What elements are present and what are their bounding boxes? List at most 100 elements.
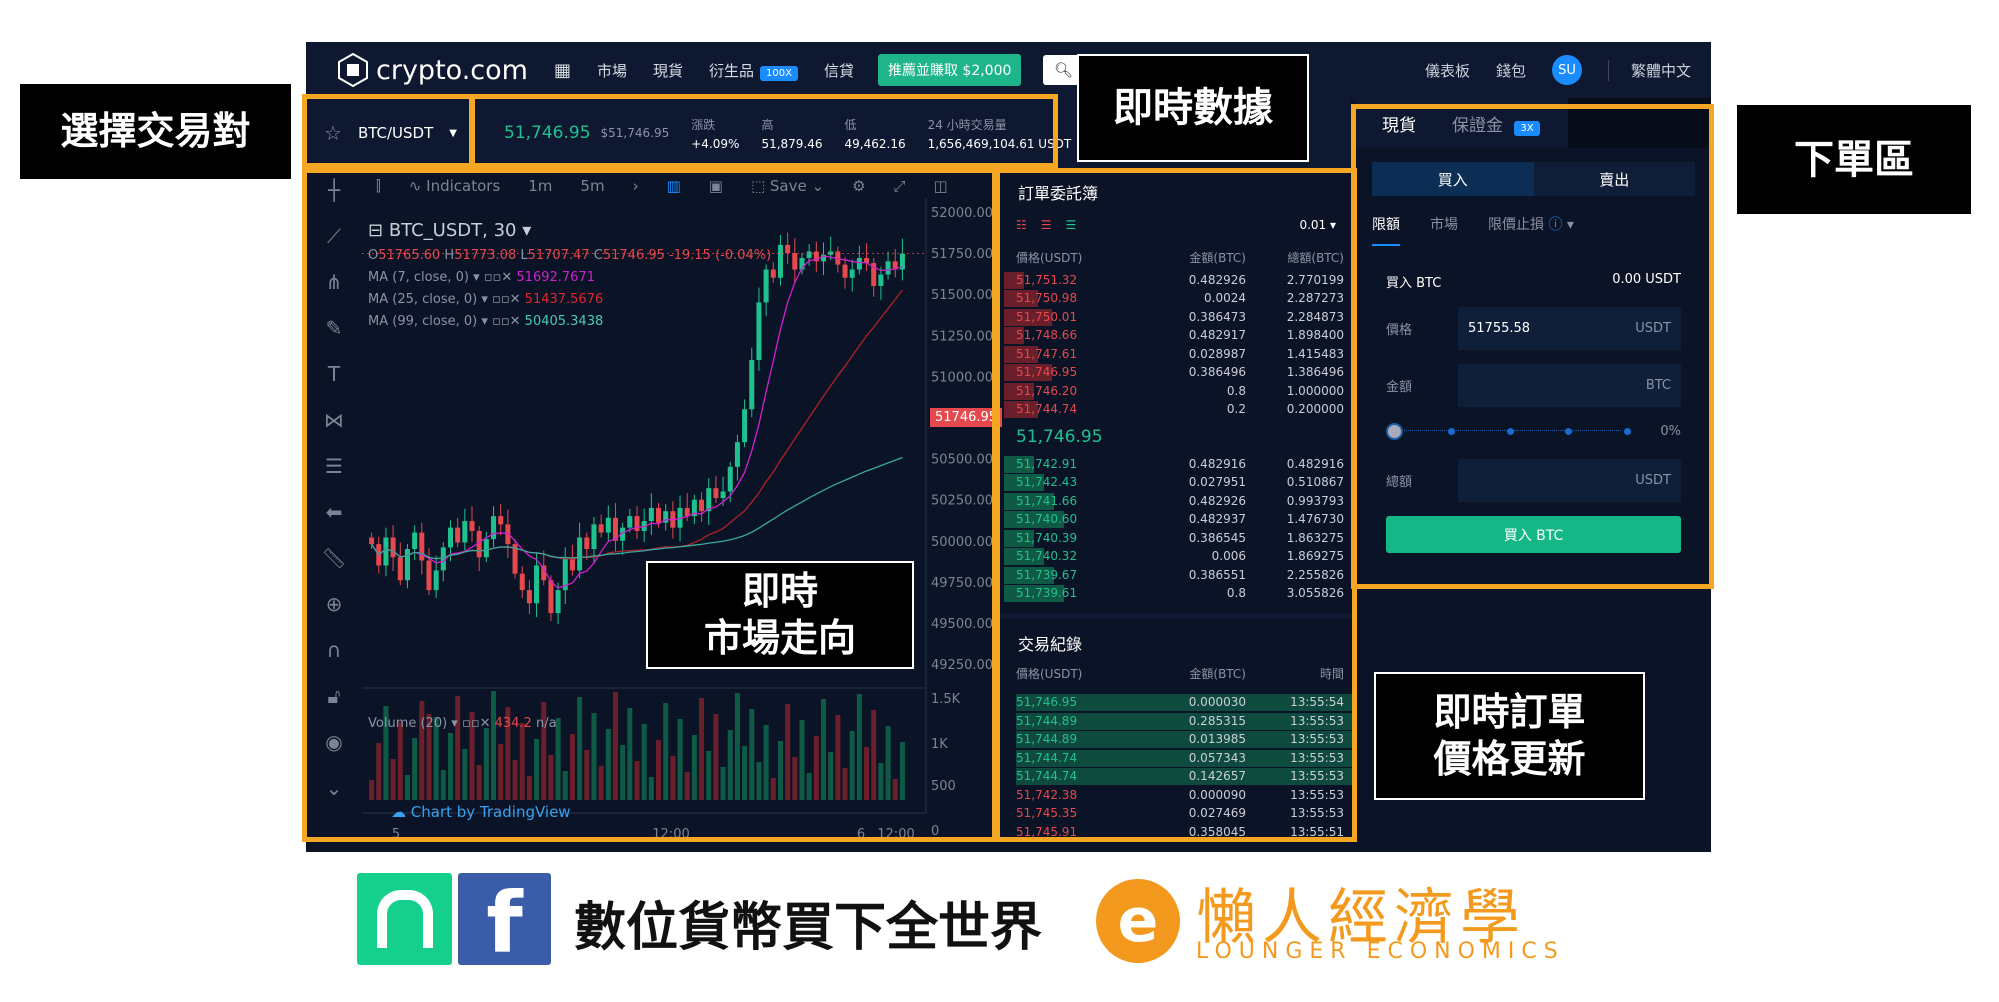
- trade-row[interactable]: 51,744.74 0.057343 13:55:53: [1000, 749, 1352, 768]
- stop-limit-label: 限價止損: [1488, 217, 1544, 233]
- price-input[interactable]: 51755.58 USDT: [1458, 307, 1681, 350]
- nav-wallet[interactable]: 錢包: [1496, 60, 1526, 81]
- buy-btc-label: 買入 BTC: [1386, 276, 1442, 291]
- ask-row[interactable]: 51,746.20 0.8 1.000000: [1000, 382, 1352, 401]
- price: 51,750.98: [1016, 291, 1078, 306]
- trade-row[interactable]: 51,746.95 0.000030 13:55:54: [1000, 693, 1352, 712]
- amount: 0.8: [1226, 383, 1246, 398]
- col-price: 價格(USDT): [1016, 250, 1083, 265]
- volume-bar: [591, 713, 597, 800]
- ask-row[interactable]: 51,750.01 0.386473 2.284873: [1000, 308, 1352, 327]
- bid-row[interactable]: 51,742.91 0.482916 0.482916: [1000, 455, 1352, 474]
- candle-body: [742, 409, 748, 443]
- referral-button[interactable]: 推薦並賺取 $2,000: [877, 54, 1022, 86]
- trade-row[interactable]: 51,745.35 0.027469 13:55:53: [1000, 804, 1352, 823]
- price-tick: 51000.00: [931, 370, 993, 385]
- precision-select[interactable]: 0.01 ▾: [1299, 218, 1336, 232]
- time-tick: 12:00: [652, 827, 689, 842]
- ma99-legend[interactable]: MA (99, close, 0) ▾ ▫▫✕ 50405.3438: [368, 314, 771, 329]
- buy-btc-button[interactable]: 買入 BTC: [1386, 516, 1681, 553]
- volume-bar: [634, 761, 640, 800]
- total-field: 總額 USDT: [1386, 459, 1681, 502]
- brand-logo[interactable]: crypto.com: [338, 53, 528, 87]
- type-market[interactable]: 市場: [1430, 214, 1458, 246]
- buy-tab[interactable]: 買入: [1372, 162, 1534, 196]
- price: 51,744.89: [1016, 713, 1078, 728]
- avatar[interactable]: SU: [1551, 55, 1582, 85]
- total-unit: USDT: [1635, 473, 1671, 488]
- nav-credit[interactable]: 信貸: [824, 60, 854, 81]
- trade-row[interactable]: 51,744.89 0.285315 13:55:53: [1000, 712, 1352, 731]
- view-asks-icon[interactable]: ☰: [1041, 218, 1052, 232]
- ma7-legend[interactable]: MA (7, close, 0) ▾ ▫▫✕ 51692.7671: [368, 270, 771, 285]
- bid-row[interactable]: 51,740.39 0.386545 1.863275: [1000, 529, 1352, 548]
- chart-symbol[interactable]: ⊟ BTC_USDT, 30 ▾: [368, 220, 771, 241]
- amount: 0.482916: [1188, 456, 1246, 471]
- amount-input[interactable]: BTC: [1458, 364, 1681, 407]
- volume-bar: [813, 736, 819, 800]
- price-chart[interactable]: ┼ ⟋ ⋔ ✎ T ⋈ ☰ ⬅ 📏︎ ⊕ ∩ 🔓︎ ◉ ⌄ ⫿ ∿ Indicators 1m 5m › …: [306, 168, 1003, 852]
- candle-body: [519, 573, 525, 591]
- apps-grid-icon[interactable]: ▦: [554, 60, 571, 81]
- volume-bar: [835, 715, 841, 800]
- nav-markets[interactable]: 市場: [597, 60, 627, 81]
- volume-legend[interactable]: Volume (20) ▾ ▫▫✕ 434.2 n/a: [368, 716, 557, 731]
- slider-dot[interactable]: [1507, 427, 1514, 435]
- candle-body: [369, 537, 375, 545]
- nav-dashboard[interactable]: 儀表板: [1425, 60, 1470, 81]
- type-stop-limit[interactable]: 限價止損 ⓘ ▾: [1488, 214, 1574, 246]
- bid-row[interactable]: 51,740.60 0.482937 1.476730: [1000, 510, 1352, 529]
- price-tick: 51750.00: [931, 247, 993, 262]
- ask-row[interactable]: 51,746.95 0.386496 1.386496: [1000, 363, 1352, 382]
- low-value: 51707.47: [527, 248, 590, 263]
- bid-row[interactable]: 51,741.66 0.482926 0.993793: [1000, 492, 1352, 511]
- percent-slider[interactable]: 0%: [1386, 421, 1681, 441]
- type-limit[interactable]: 限額: [1372, 214, 1400, 246]
- view-both-icon[interactable]: ☷: [1016, 218, 1027, 232]
- nav-spot[interactable]: 現貨: [653, 60, 683, 81]
- ask-row[interactable]: 51,747.61 0.028987 1.415483: [1000, 345, 1352, 364]
- amount: 0.482917: [1188, 328, 1246, 343]
- slider-dot[interactable]: [1448, 427, 1455, 435]
- watermark-text: Chart by TradingView: [410, 803, 571, 821]
- volume-bar: [785, 704, 791, 800]
- ask-row[interactable]: 51,744.74 0.2 0.200000: [1000, 400, 1352, 419]
- tab-margin[interactable]: 保證金 3X: [1434, 111, 1558, 136]
- tab-spot[interactable]: 現貨: [1356, 111, 1434, 136]
- ask-row[interactable]: 51,750.98 0.0024 2.287273: [1000, 289, 1352, 308]
- slider-dot[interactable]: [1624, 427, 1631, 435]
- trade-row[interactable]: 51,744.89 0.013985 13:55:53: [1000, 730, 1352, 749]
- ask-row[interactable]: 51,748.66 0.482917 1.898400: [1000, 326, 1352, 345]
- volume-bar: [519, 723, 525, 800]
- volume-bar: [455, 696, 461, 800]
- annotation-book: 即時訂單 價格更新: [1374, 672, 1645, 800]
- total-input[interactable]: USDT: [1458, 459, 1681, 502]
- candle-body: [455, 527, 461, 543]
- slider-dot[interactable]: [1565, 427, 1572, 435]
- ask-row[interactable]: 51,751.32 0.482926 2.770199: [1000, 271, 1352, 290]
- candle-body: [404, 549, 410, 581]
- language-selector[interactable]: 繁體中文: [1607, 59, 1691, 81]
- price: 51,746.20: [1016, 383, 1078, 398]
- nav-derivatives[interactable]: 衍生品 100X: [709, 60, 798, 81]
- pair-selector[interactable]: ☆ BTC/USDT ▼: [306, 121, 474, 145]
- volume-bar: [498, 744, 504, 800]
- slider-handle[interactable]: [1386, 422, 1403, 440]
- volume-bar: [627, 708, 633, 800]
- bid-row[interactable]: 51,739.61 0.8 3.055826: [1000, 584, 1352, 603]
- trade-row[interactable]: 51,742.38 0.000090 13:55:53: [1000, 786, 1352, 805]
- ma25-legend[interactable]: MA (25, close, 0) ▾ ▫▫✕ 51437.5676: [368, 292, 771, 307]
- trade-row[interactable]: 51,744.74 0.142657 13:55:53: [1000, 767, 1352, 786]
- bid-row[interactable]: 51,742.43 0.027951 0.510867: [1000, 473, 1352, 492]
- info-icon[interactable]: ⓘ: [1548, 217, 1562, 233]
- price: 51,751.32: [1016, 272, 1078, 287]
- price: 51,742.91: [1016, 456, 1078, 471]
- view-bids-icon[interactable]: ☰: [1066, 218, 1077, 232]
- candle-body: [878, 274, 884, 286]
- trade-row[interactable]: 51,745.91 0.358045 13:55:51: [1000, 823, 1352, 842]
- bid-row[interactable]: 51,739.67 0.386551 2.255826: [1000, 566, 1352, 585]
- tradingview-watermark[interactable]: ☁ Chart by TradingView: [391, 803, 571, 821]
- star-icon[interactable]: ☆: [324, 121, 342, 145]
- bid-row[interactable]: 51,740.32 0.006 1.869275: [1000, 547, 1352, 566]
- sell-tab[interactable]: 賣出: [1533, 162, 1695, 196]
